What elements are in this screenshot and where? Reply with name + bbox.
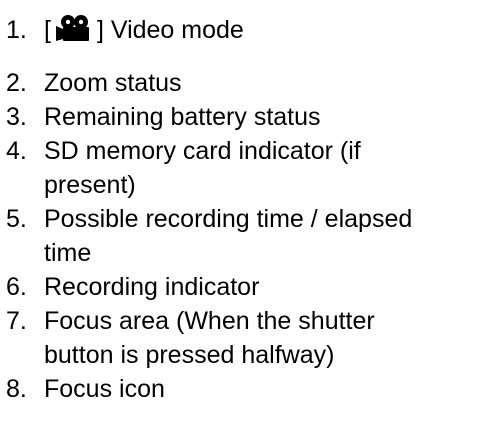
item-number: 8.: [6, 375, 27, 403]
video-camera-icon: [55, 14, 93, 42]
item-number: 1.: [6, 16, 27, 44]
list-item: 1. [ ] Video mode: [0, 14, 501, 54]
bracket-open: [: [44, 16, 51, 44]
item-label-continuation: button is pressed halfway): [44, 341, 335, 369]
item-label: Possible recording time / elapsed: [44, 205, 413, 233]
item-number: 4.: [6, 137, 27, 165]
item-label: Remaining battery status: [44, 103, 321, 131]
item-number: 3.: [6, 103, 27, 131]
item-number: 5.: [6, 205, 27, 233]
item-number: 7.: [6, 307, 27, 335]
item-label: Zoom status: [44, 69, 182, 97]
item-number: 6.: [6, 273, 27, 301]
item-label-continuation: time: [44, 239, 92, 267]
item-label: Recording indicator: [44, 273, 260, 301]
item-label: ] Video mode: [96, 16, 244, 44]
item-label: SD memory card indicator (if: [44, 137, 361, 165]
item-label: Focus icon: [44, 375, 165, 403]
legend-page: 1. [ ] Video mode 2. Zoom status 3. Rema…: [0, 0, 501, 425]
item-label-continuation: present): [44, 171, 136, 199]
item-number: 2.: [6, 69, 27, 97]
item-text: [ ] Video mode: [44, 14, 244, 47]
item-label: Focus area (When the shutter: [44, 307, 375, 335]
